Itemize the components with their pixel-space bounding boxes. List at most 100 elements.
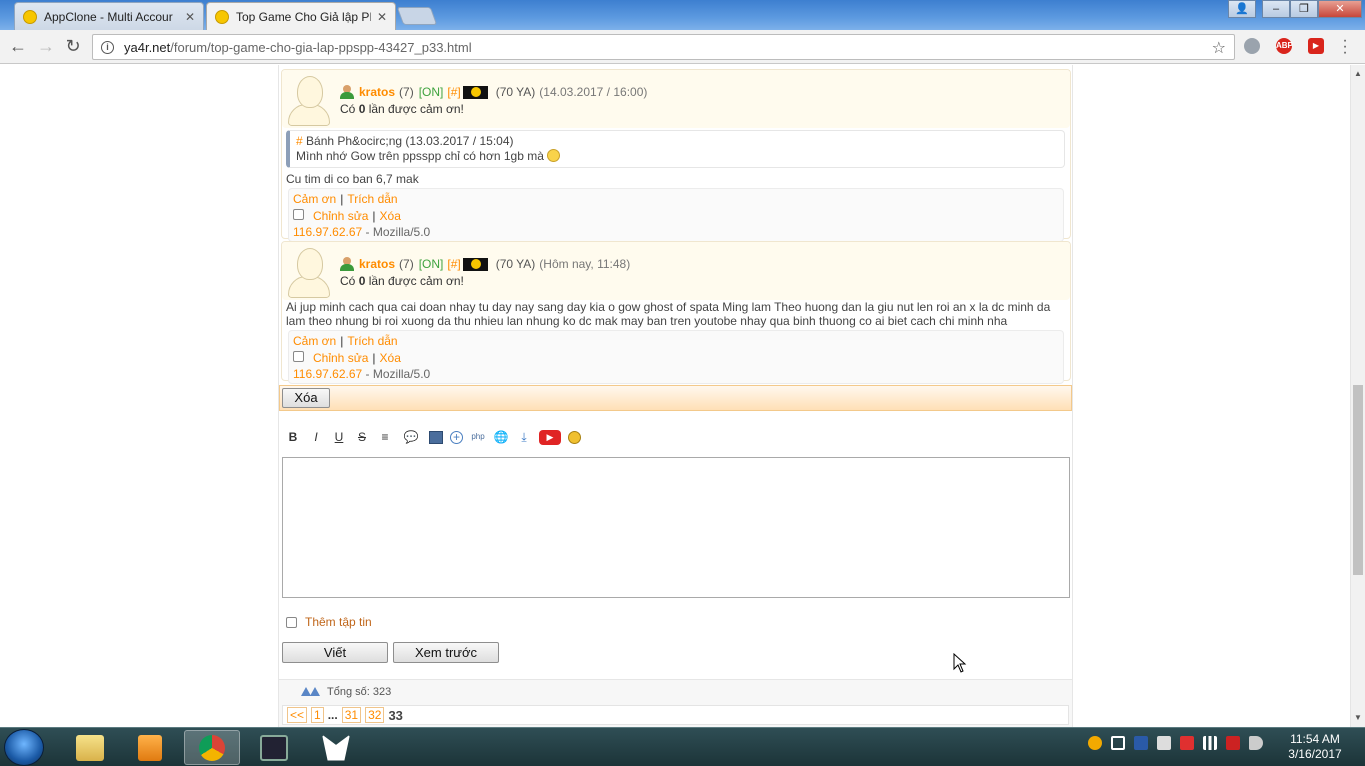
user-line: kratos (7) [ON] [#] (70 YA) (Hôm nay, 11… [340, 257, 630, 271]
bold-button[interactable]: B [285, 429, 301, 445]
tray-network-monitor-icon[interactable] [1134, 736, 1148, 750]
php-code-icon[interactable]: php [470, 429, 486, 445]
reload-icon[interactable]: ↻ [62, 36, 84, 58]
scroll-down-arrow-icon[interactable]: ▼ [1354, 713, 1362, 722]
quote-author: Bánh Ph&ocirc;ng (13.03.2017 / 15:04) [302, 134, 514, 148]
extension-cloud-icon[interactable] [1244, 38, 1260, 54]
restore-button[interactable]: ❐ [1290, 0, 1318, 18]
thank-link[interactable]: Cảm ơn [293, 334, 336, 348]
page-link[interactable]: 31 [341, 707, 362, 723]
media-player-icon [138, 734, 162, 761]
site-info-icon[interactable]: i [101, 40, 114, 54]
youtube-icon[interactable]: ▶ [539, 429, 561, 445]
tab-appclone[interactable]: AppClone - Multi Accour ✕ [14, 2, 204, 30]
total-count: Tổng số: 323 [301, 686, 391, 698]
address-bar[interactable]: i ya4r.net/forum/top-game-cho-gia-lap-pp… [92, 34, 1235, 60]
back-arrow-icon[interactable]: ← [7, 36, 29, 58]
flag-icon[interactable] [1157, 736, 1171, 750]
edit-link[interactable]: Chỉnh sửa [313, 209, 368, 223]
adblock-extension-icon[interactable]: ABP [1276, 38, 1293, 54]
post-anchor-link[interactable]: [#] [447, 85, 460, 99]
quote-link[interactable]: Trích dẫn [347, 192, 397, 206]
underline-button[interactable]: U [331, 429, 347, 445]
page-first-link[interactable]: << [287, 707, 308, 723]
terminal-icon [260, 734, 288, 761]
delete-selected-button[interactable]: Xóa [282, 388, 330, 408]
windows-taskbar: 11:54 AM 3/16/2017 [0, 727, 1365, 766]
web-page: kratos (7) [ON] [#] (70 YA) (14.03.2017 … [0, 65, 1350, 727]
post-anchor-link[interactable]: [#] [447, 257, 460, 271]
delete-link[interactable]: Xóa [380, 209, 401, 223]
avatar[interactable] [288, 246, 330, 298]
page-scrollbar[interactable]: ▲ ▼ [1350, 65, 1365, 727]
taskbar-explorer[interactable] [62, 730, 118, 765]
select-post-checkbox[interactable] [293, 209, 304, 220]
message-textarea[interactable] [282, 457, 1070, 598]
scrollbar-thumb[interactable] [1353, 385, 1363, 575]
post-count: (7) [399, 85, 414, 99]
post-actions: Cảm ơn | Trích dẫn Chỉnh sửa | Xóa 116.97.62… [288, 188, 1064, 242]
battery-icon[interactable] [1226, 736, 1240, 750]
bookmark-star-icon[interactable]: ☆ [1212, 38, 1226, 58]
url-host: ya4r.net [124, 39, 171, 55]
username-link[interactable]: kratos [359, 85, 395, 99]
image-icon[interactable] [429, 430, 443, 444]
taskbar-chrome[interactable] [184, 730, 240, 765]
url-path: /forum/top-game-cho-gia-lap-ppspp-43427_… [170, 39, 472, 55]
download-icon[interactable]: ⤓ [516, 429, 532, 445]
edit-link[interactable]: Chỉnh sửa [313, 351, 368, 365]
italic-button[interactable]: I [308, 429, 324, 445]
signal-icon[interactable] [1203, 736, 1217, 750]
attach-file-label[interactable]: Thêm tập tin [305, 615, 372, 629]
system-clock[interactable]: 11:54 AM 3/16/2017 [1280, 732, 1350, 762]
quote-anchor-link[interactable]: # [296, 134, 303, 148]
select-post-checkbox[interactable] [293, 351, 304, 362]
smiley-picker-icon[interactable] [568, 430, 581, 444]
taskbar-fox-app[interactable] [308, 730, 364, 765]
submit-button[interactable]: Viết [282, 642, 388, 663]
link-globe-icon[interactable]: 🌐 [493, 429, 509, 445]
username-link[interactable]: kratos [359, 257, 395, 271]
strikethrough-button[interactable]: S [354, 429, 370, 445]
preview-button[interactable]: Xem trước [393, 642, 499, 663]
quote-link[interactable]: Trích dẫn [347, 334, 397, 348]
attach-file-checkbox[interactable] [286, 616, 297, 628]
align-center-icon[interactable]: ≡ [377, 429, 393, 445]
forum-post: kratos (7) [ON] [#] (70 YA) (Hôm nay, 11… [281, 241, 1071, 384]
close-tab-icon[interactable]: ✕ [377, 10, 387, 24]
window-controls: 👤 – ❐ ✕ [1228, 0, 1362, 18]
tab-top-game[interactable]: Top Game Cho Giả lập PI ✕ [206, 2, 396, 30]
ip-address-link[interactable]: 116.97.62.67 [293, 225, 362, 239]
spoiler-plus-icon[interactable]: + [450, 430, 463, 444]
separator: | [372, 209, 376, 223]
start-button[interactable] [4, 729, 44, 766]
topic-footer: Tổng số: 323 << 1 ... 31 32 33 [279, 679, 1072, 727]
browser-menu-icon[interactable]: · · · [1340, 33, 1350, 61]
thank-link[interactable]: Cảm ơn [293, 192, 336, 206]
folder-icon [76, 734, 104, 761]
taskbar-terminal[interactable] [246, 730, 302, 765]
avatar[interactable] [288, 74, 330, 126]
close-window-button[interactable]: ✕ [1318, 0, 1362, 18]
scroll-up-arrow-icon[interactable]: ▲ [1354, 69, 1362, 78]
url-text[interactable]: ya4r.net/forum/top-game-cho-gia-lap-ppsp… [124, 40, 472, 55]
close-tab-icon[interactable]: ✕ [185, 10, 195, 24]
delete-link[interactable]: Xóa [380, 351, 401, 365]
double-up-arrow-icon[interactable] [301, 687, 321, 697]
page-link[interactable]: 32 [365, 707, 385, 723]
ip-address-link[interactable]: 116.97.62.67 [293, 367, 362, 381]
tray-app-icon[interactable] [1088, 736, 1102, 750]
quote-bubble-icon[interactable]: 💬 [400, 429, 422, 445]
extension-forward-icon[interactable]: ▶ [1308, 38, 1324, 54]
taskbar-media-player[interactable] [122, 730, 178, 765]
separator: | [340, 192, 344, 206]
minimize-button[interactable]: – [1262, 0, 1290, 18]
tray-capture-icon[interactable] [1111, 736, 1125, 750]
profile-icon[interactable]: 👤 [1228, 0, 1256, 18]
page-link[interactable]: 1 [311, 707, 324, 723]
forward-arrow-icon[interactable]: → [35, 36, 57, 58]
volume-icon[interactable] [1249, 736, 1263, 750]
tray-v-icon[interactable] [1180, 736, 1194, 750]
pagination: << 1 ... 31 32 33 [282, 705, 1069, 725]
new-tab-button[interactable] [396, 7, 438, 25]
